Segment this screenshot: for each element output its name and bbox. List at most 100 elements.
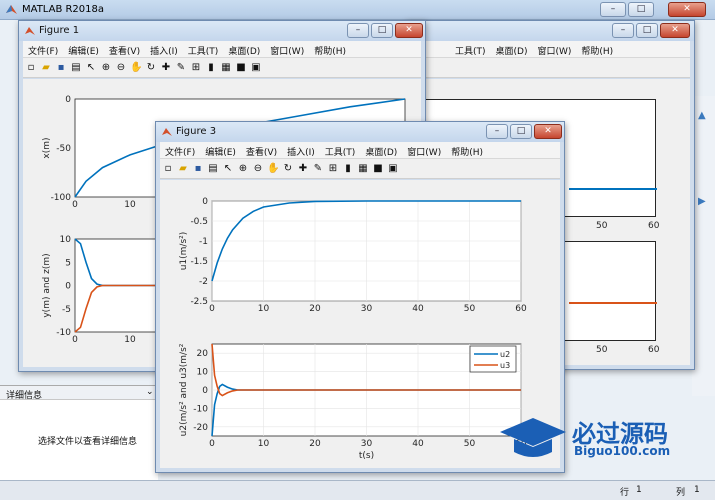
pan-icon[interactable]: ✋ (267, 163, 279, 175)
menu-file[interactable]: 文件(F) (160, 142, 200, 158)
y-tick-label: -100 (51, 193, 72, 203)
y-tick-label: -1 (199, 237, 208, 247)
y-tick-label: -50 (56, 144, 71, 154)
fig1-minimize-button[interactable]: – (347, 23, 369, 38)
menu-window[interactable]: 窗口(W) (402, 142, 446, 158)
fig1-maximize-button[interactable]: □ (371, 23, 393, 38)
menu-view[interactable]: 查看(V) (104, 41, 145, 57)
row-label: 行 (620, 488, 630, 498)
zoom-out-icon[interactable]: ⊖ (252, 163, 264, 175)
pan-icon[interactable]: ✋ (130, 62, 142, 74)
matlab-logo-icon (25, 27, 35, 35)
link-icon[interactable]: ⊞ (190, 62, 202, 74)
dock-icon[interactable]: ▣ (387, 163, 399, 175)
x-tick-label: 50 (464, 304, 476, 314)
details-header: 详细信息 (6, 391, 43, 401)
x-tick-label: 10 (258, 304, 270, 314)
watermark-sub: Biguo100.com (574, 444, 671, 458)
bg-toolbar (410, 58, 690, 78)
colorbar-icon[interactable]: ▮ (205, 62, 217, 74)
bg-close-button[interactable]: ✕ (660, 23, 690, 38)
pointer-icon[interactable]: ↖ (85, 62, 97, 74)
menu-help[interactable]: 帮助(H) (446, 142, 488, 158)
fig1-close-button[interactable]: ✕ (395, 23, 423, 38)
print-icon[interactable]: ▤ (70, 62, 82, 74)
rotate-icon[interactable]: ↻ (282, 163, 294, 175)
legend-icon[interactable]: ▦ (357, 163, 369, 175)
menu-help[interactable]: 帮助(H) (309, 41, 351, 57)
brush-icon[interactable]: ✎ (175, 62, 187, 74)
collapse-icon[interactable]: ⌄ (146, 387, 154, 397)
close-button[interactable]: ✕ (668, 2, 706, 17)
colorbar-icon[interactable]: ▮ (342, 163, 354, 175)
brush-icon[interactable]: ✎ (312, 163, 324, 175)
legend-icon[interactable]: ▦ (220, 62, 232, 74)
menu-insert[interactable]: 插入(I) (282, 142, 320, 158)
figure-1-toolbar: ▫ ▰ ▪ ▤ ↖ ⊕ ⊖ ✋ ↻ ✚ ✎ ⊞ ▮ ▦ ■ ▣ (23, 58, 421, 78)
open-icon[interactable]: ▰ (177, 163, 189, 175)
pointer-icon[interactable]: ↖ (222, 163, 234, 175)
maximize-button[interactable]: □ (628, 2, 654, 17)
menu-file[interactable]: 文件(F) (23, 41, 63, 57)
y-tick-label: -0.5 (190, 217, 208, 227)
menu-edit[interactable]: 编辑(E) (63, 41, 104, 57)
rotate-icon[interactable]: ↻ (145, 62, 157, 74)
x-tick-label: 20 (309, 439, 321, 449)
y-axis-label: y(m) and z(m) (42, 253, 52, 317)
menu-insert[interactable]: 插入(I) (145, 41, 183, 57)
fig3-maximize-button[interactable]: □ (510, 124, 532, 139)
x-axis-label: t(s) (359, 451, 374, 461)
bg-tick2-50: 50 (596, 345, 608, 355)
hide-tools-icon[interactable]: ■ (235, 62, 247, 74)
figure-3-titlebar: Figure 3 – □ ✕ (156, 122, 564, 142)
menu-view[interactable]: 查看(V) (241, 142, 282, 158)
bg-menu-desktop[interactable]: 桌面(D) (491, 41, 533, 57)
menu-tools[interactable]: 工具(T) (320, 142, 361, 158)
bg-tick-50: 50 (596, 221, 608, 231)
datatip-icon[interactable]: ✚ (160, 62, 172, 74)
y-axis-label: u2(m/s² and u3(m/s² (179, 343, 189, 436)
bg-minimize-button[interactable]: – (612, 23, 634, 38)
figure-1-titlebar: Figure 1 – □ ✕ (19, 21, 425, 41)
y-tick-label: 0 (65, 95, 71, 105)
fig3-close-button[interactable]: ✕ (534, 124, 562, 139)
row-value: 1 (636, 485, 642, 495)
figure-1-menubar: 文件(F) 编辑(E) 查看(V) 插入(I) 工具(T) 桌面(D) 窗口(W) 帮助(H) (23, 41, 421, 58)
zoom-in-icon[interactable]: ⊕ (100, 62, 112, 74)
bg-menu-help[interactable]: 帮助(H) (576, 41, 618, 57)
new-icon[interactable]: ▫ (162, 163, 174, 175)
figure-3-menubar: 文件(F) 编辑(E) 查看(V) 插入(I) 工具(T) 桌面(D) 窗口(W) 帮助(H) (160, 142, 560, 159)
x-tick-label: 50 (464, 439, 476, 449)
save-icon[interactable]: ▪ (192, 163, 204, 175)
menu-window[interactable]: 窗口(W) (265, 41, 309, 57)
hide-tools-icon[interactable]: ■ (372, 163, 384, 175)
minimize-button[interactable]: – (600, 2, 626, 17)
y-tick-label: -2 (199, 277, 208, 287)
bg-maximize-button[interactable]: □ (636, 23, 658, 38)
menu-edit[interactable]: 编辑(E) (200, 142, 241, 158)
datatip-icon[interactable]: ✚ (297, 163, 309, 175)
arrow-up-icon[interactable]: ▲ (698, 110, 706, 121)
bg-menu-tools[interactable]: 工具(T) (450, 41, 491, 57)
arrow-right-icon[interactable]: ▶ (698, 196, 706, 207)
menu-tools[interactable]: 工具(T) (183, 41, 224, 57)
print-icon[interactable]: ▤ (207, 163, 219, 175)
y-tick-label: -1.5 (190, 257, 208, 267)
link-icon[interactable]: ⊞ (327, 163, 339, 175)
figure-3-title: Figure 3 (176, 126, 217, 137)
x-tick-label: 0 (72, 200, 78, 210)
open-icon[interactable]: ▰ (40, 62, 52, 74)
zoom-in-icon[interactable]: ⊕ (237, 163, 249, 175)
dock-icon[interactable]: ▣ (250, 62, 262, 74)
x-tick-label: 0 (72, 335, 78, 345)
menu-desktop[interactable]: 桌面(D) (223, 41, 265, 57)
zoom-out-icon[interactable]: ⊖ (115, 62, 127, 74)
details-empty-text: 选择文件以查看详细信息 (38, 437, 138, 447)
bg-menubar: 工具(T) 桌面(D) 窗口(W) 帮助(H) (410, 41, 690, 58)
bg-menu-window[interactable]: 窗口(W) (532, 41, 576, 57)
menu-desktop[interactable]: 桌面(D) (360, 142, 402, 158)
save-icon[interactable]: ▪ (55, 62, 67, 74)
new-icon[interactable]: ▫ (25, 62, 37, 74)
side-scrollbar[interactable]: ▲ ▶ (692, 96, 715, 396)
fig3-minimize-button[interactable]: – (486, 124, 508, 139)
